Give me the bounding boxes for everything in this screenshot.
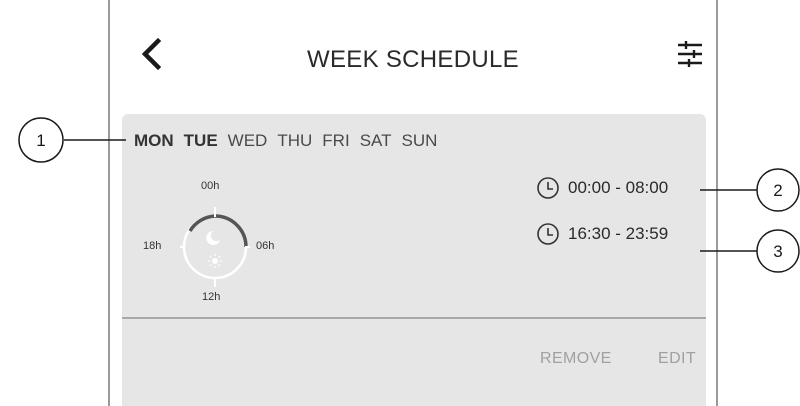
day-tue[interactable]: TUE xyxy=(184,131,218,151)
day-mon[interactable]: MON xyxy=(134,131,174,151)
device-screen: WEEK SCHEDULE MON TUE WED THU FRI SAT SU… xyxy=(108,0,718,406)
dial-label-00h: 00h xyxy=(201,180,220,192)
header-bar: WEEK SCHEDULE xyxy=(110,14,716,90)
sliders-icon[interactable] xyxy=(676,40,704,70)
page-title: WEEK SCHEDULE xyxy=(307,46,519,73)
callout-2-number: 2 xyxy=(773,181,782,200)
day-sat[interactable]: SAT xyxy=(360,131,392,151)
day-sun[interactable]: SUN xyxy=(402,131,438,151)
day-thu[interactable]: THU xyxy=(277,131,312,151)
time-slot-2-range: 16:30 - 23:59 xyxy=(568,224,669,243)
dial-label-18h: 18h xyxy=(143,240,162,252)
weekday-selector: MON TUE WED THU FRI SAT SUN xyxy=(134,131,437,151)
day-fri[interactable]: FRI xyxy=(322,131,349,151)
remove-button[interactable]: REMOVE xyxy=(540,350,612,368)
schedule-dial: 00h 06h 12h 18h xyxy=(142,172,282,304)
card-divider xyxy=(122,317,706,319)
time-slot-1[interactable]: 00:00 - 08:00 xyxy=(536,176,668,200)
clock-icon xyxy=(537,223,559,245)
day-wed[interactable]: WED xyxy=(228,131,268,151)
edit-button[interactable]: EDIT xyxy=(658,350,696,368)
schedule-card[interactable]: MON TUE WED THU FRI SAT SUN 00h 06h 12h … xyxy=(122,114,706,406)
callout-3-number: 3 xyxy=(773,242,782,261)
dial-label-06h: 06h xyxy=(256,240,275,252)
time-slot-2[interactable]: 16:30 - 23:59 xyxy=(536,222,668,246)
time-slot-1-range: 00:00 - 08:00 xyxy=(568,178,669,197)
clock-icon xyxy=(537,177,559,199)
callout-1-number: 1 xyxy=(36,131,45,150)
dial-ring-icon xyxy=(180,207,250,287)
